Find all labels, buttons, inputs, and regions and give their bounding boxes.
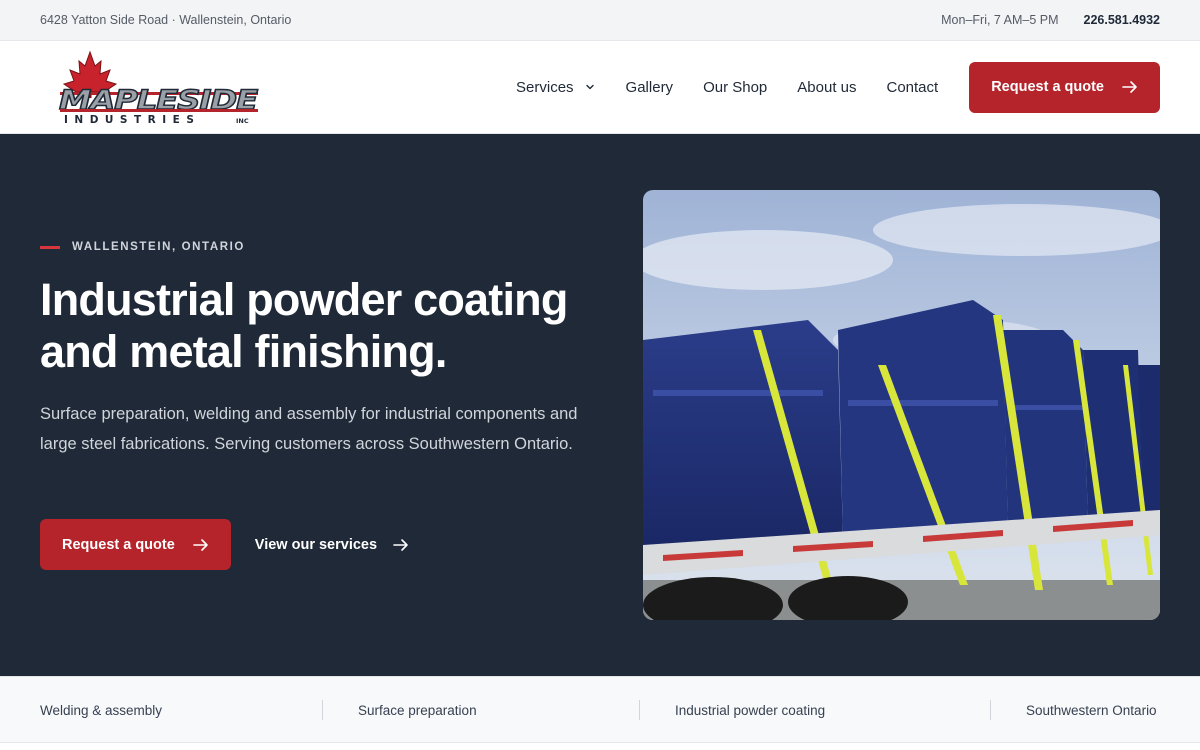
hero-photo	[643, 190, 1160, 620]
page-bottom-edge	[0, 743, 1200, 750]
nav-services[interactable]: Services	[516, 79, 596, 96]
phone-link[interactable]: 226.581.4932	[1084, 13, 1160, 27]
hero-actions: Request a quote View our services	[40, 519, 409, 570]
strip-divider	[322, 700, 323, 720]
logo-suffix: INC	[236, 117, 249, 125]
arrow-right-icon	[192, 538, 208, 551]
feature-welding: Welding & assembly	[40, 703, 163, 718]
header-request-quote-label: Request a quote	[991, 79, 1104, 95]
business-hours: Mon–Fri, 7 AM–5 PM	[941, 13, 1059, 27]
arrow-right-icon	[393, 538, 408, 551]
hero-request-quote-label: Request a quote	[62, 536, 175, 553]
strip-divider	[639, 700, 640, 720]
hero-section: WALLENSTEIN, ONTARIO Industrial powder c…	[0, 134, 1200, 676]
main-nav: Services Gallery Our Shop About us Conta…	[516, 61, 1160, 113]
eyebrow-text: WALLENSTEIN, ONTARIO	[72, 241, 245, 253]
header-request-quote-button[interactable]: Request a quote	[969, 61, 1160, 113]
feature-region: Southwestern Ontario	[1026, 703, 1157, 718]
nav-gallery[interactable]: Gallery	[626, 79, 674, 96]
hero-eyebrow: WALLENSTEIN, ONTARIO	[40, 241, 245, 253]
nav-contact[interactable]: Contact	[887, 79, 939, 96]
site-header: MAPLESIDE INDUSTRIES INC Services Galler…	[0, 41, 1200, 134]
nav-services-label: Services	[516, 78, 574, 96]
eyebrow-accent-line	[40, 245, 60, 249]
view-services-link[interactable]: View our services	[255, 537, 409, 553]
strip-divider	[990, 700, 991, 720]
feature-surface-prep: Surface preparation	[358, 703, 477, 718]
hero-title: Industrial powder coating and metal fini…	[40, 274, 600, 378]
chevron-down-icon	[585, 84, 594, 90]
arrow-right-icon	[1122, 81, 1137, 93]
company-logo[interactable]: MAPLESIDE INDUSTRIES INC	[58, 48, 278, 126]
logo-subtitle: INDUSTRIES	[64, 114, 200, 126]
truck-with-blue-containers-photo	[643, 190, 1160, 620]
address-text: 6428 Yatton Side Road · Wallenstein, Ont…	[40, 13, 292, 27]
topbar-contact: Mon–Fri, 7 AM–5 PM 226.581.4932	[941, 13, 1160, 27]
nav-our-shop[interactable]: Our Shop	[703, 79, 767, 96]
hero-title-line-1: Industrial powder coating	[40, 274, 568, 325]
view-services-label: View our services	[254, 536, 378, 553]
top-bar: 6428 Yatton Side Road · Wallenstein, Ont…	[0, 0, 1200, 41]
hero-request-quote-button[interactable]: Request a quote	[40, 519, 231, 570]
hero-description: Surface preparation, welding and assembl…	[40, 405, 578, 453]
nav-about-us[interactable]: About us	[797, 79, 856, 96]
feature-powder-coating: Industrial powder coating	[675, 703, 826, 718]
feature-strip: Welding & assembly Surface preparation I…	[0, 676, 1200, 743]
hero-title-line-2: and metal finishing.	[40, 326, 447, 377]
